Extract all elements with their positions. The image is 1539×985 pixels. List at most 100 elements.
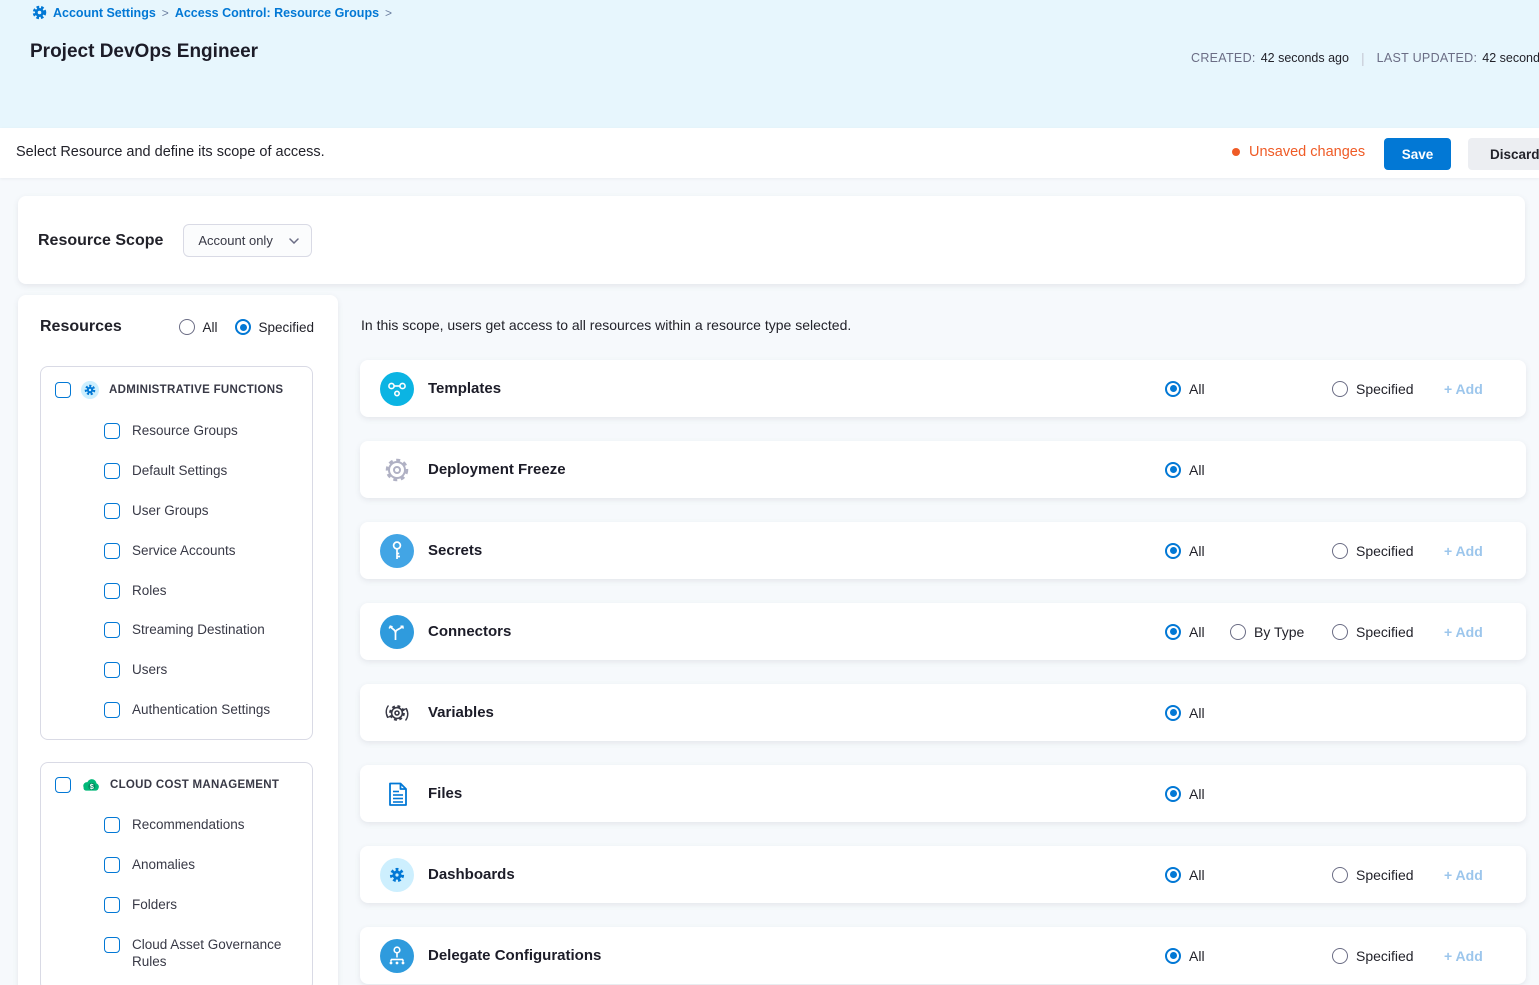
connectors-icon [380, 615, 414, 649]
radio-specified-label: Specified [258, 320, 314, 335]
item-label: Resource Groups [132, 423, 238, 440]
resource-label: Templates [428, 380, 501, 397]
sidebar-item-user-groups[interactable]: User Groups [104, 503, 299, 520]
resource-scope-card: Resource Scope Account only [18, 196, 1525, 284]
radio-icon [1332, 543, 1348, 559]
sidebar-item-streaming-destination[interactable]: Streaming Destination [104, 622, 299, 639]
add-button[interactable]: + Add [1444, 543, 1483, 559]
checkbox-icon[interactable] [104, 423, 120, 439]
radio-specified[interactable]: Specified [1332, 624, 1414, 640]
resources-radio-all[interactable]: All [179, 319, 217, 335]
resource-rows: Templates All Specified + Add Deployment… [360, 360, 1526, 985]
created-label: CREATED: [1191, 51, 1256, 65]
item-label: Default Settings [132, 463, 227, 480]
row-templates: Templates All Specified + Add [360, 360, 1526, 417]
resource-label: Secrets [428, 542, 482, 559]
option-label: Specified [1356, 624, 1414, 640]
checkbox-icon[interactable] [104, 702, 120, 718]
checkbox-icon[interactable] [104, 897, 120, 913]
checkbox-icon[interactable] [104, 463, 120, 479]
checkbox-icon[interactable] [104, 583, 120, 599]
save-button[interactable]: Save [1384, 138, 1451, 170]
radio-specified[interactable]: Specified [1332, 381, 1414, 397]
sidebar-item-resource-groups[interactable]: Resource Groups [104, 423, 299, 440]
radio-icon [1165, 786, 1181, 802]
resources-panel: Resources All Specified ADMINISTRATI [18, 295, 338, 985]
last-updated-value: 42 seconds ago [1482, 51, 1539, 65]
sidebar-item-recommendations[interactable]: Recommendations [104, 817, 299, 834]
group-header[interactable]: $ CLOUD COST MANAGEMENT [55, 777, 300, 793]
variables-icon [380, 696, 414, 730]
breadcrumb-separator: > [385, 6, 392, 20]
add-button[interactable]: + Add [1444, 381, 1483, 397]
radio-all[interactable]: All [1165, 543, 1205, 559]
row-delegate-configurations: Delegate Configurations All Specified + … [360, 927, 1526, 984]
radio-specified[interactable]: Specified [1332, 867, 1414, 883]
checkbox-icon[interactable] [104, 662, 120, 678]
chevron-down-icon [289, 238, 299, 244]
row-deployment-freeze: Deployment Freeze All [360, 441, 1526, 498]
toolbar-description: Select Resource and define its scope of … [16, 144, 325, 160]
item-label: Service Accounts [132, 543, 236, 560]
svg-text:$: $ [90, 781, 94, 790]
group-header[interactable]: ADMINISTRATIVE FUNCTIONS [55, 381, 300, 399]
group-checkbox[interactable] [55, 382, 71, 398]
checkbox-icon[interactable] [104, 543, 120, 559]
radio-icon [1332, 948, 1348, 964]
checkbox-icon[interactable] [104, 817, 120, 833]
radio-icon [1165, 381, 1181, 397]
radio-icon [1332, 867, 1348, 883]
sidebar-item-users[interactable]: Users [104, 662, 299, 679]
radio-by-type[interactable]: By Type [1230, 624, 1304, 640]
option-label: Specified [1356, 948, 1414, 964]
resources-title: Resources [40, 318, 179, 336]
page-header: Account Settings > Access Control: Resou… [0, 0, 1539, 128]
scope-info-text: In this scope, users get access to all r… [361, 317, 851, 333]
sidebar-item-roles[interactable]: Roles [104, 583, 299, 600]
discard-button[interactable]: Discard [1468, 138, 1539, 170]
secrets-icon [380, 534, 414, 568]
checkbox-icon[interactable] [104, 857, 120, 873]
resource-scope-dropdown[interactable]: Account only [183, 224, 311, 257]
add-button[interactable]: + Add [1444, 624, 1483, 640]
breadcrumb-account-settings[interactable]: Account Settings [53, 6, 156, 20]
checkbox-icon[interactable] [104, 503, 120, 519]
radio-specified[interactable]: Specified [1332, 948, 1414, 964]
item-label: Authentication Settings [132, 702, 270, 719]
radio-all[interactable]: All [1165, 624, 1205, 640]
resources-radio-specified[interactable]: Specified [235, 319, 314, 335]
radio-icon [1165, 624, 1181, 640]
files-icon [380, 777, 414, 811]
meta-info: CREATED: 42 seconds ago | LAST UPDATED: … [1191, 50, 1539, 66]
row-variables: Variables All [360, 684, 1526, 741]
radio-all[interactable]: All [1165, 381, 1205, 397]
option-label: All [1189, 867, 1205, 883]
add-button[interactable]: + Add [1444, 948, 1483, 964]
group-checkbox[interactable] [55, 777, 71, 793]
sidebar-item-default-settings[interactable]: Default Settings [104, 463, 299, 480]
resource-scope-title: Resource Scope [38, 232, 163, 250]
checkbox-icon[interactable] [104, 622, 120, 638]
sidebar-item-anomalies[interactable]: Anomalies [104, 857, 299, 874]
breadcrumb-resource-groups[interactable]: Access Control: Resource Groups [175, 6, 379, 20]
templates-icon [380, 372, 414, 406]
radio-all[interactable]: All [1165, 462, 1205, 478]
checkbox-icon[interactable] [104, 937, 120, 953]
unsaved-dot-icon [1232, 148, 1240, 156]
radio-all[interactable]: All [1165, 867, 1205, 883]
radio-all[interactable]: All [1165, 948, 1205, 964]
dashboards-icon [380, 858, 414, 892]
add-button[interactable]: + Add [1444, 867, 1483, 883]
sidebar-item-authentication-settings[interactable]: Authentication Settings [104, 702, 299, 719]
item-label: User Groups [132, 503, 209, 520]
item-label: Cloud Asset Governance Rules [132, 937, 299, 971]
sidebar-item-folders[interactable]: Folders [104, 897, 299, 914]
option-label: All [1189, 624, 1205, 640]
radio-all[interactable]: All [1165, 786, 1205, 802]
option-label: Specified [1356, 543, 1414, 559]
option-label: All [1189, 705, 1205, 721]
sidebar-item-cloud-asset-governance-rules[interactable]: Cloud Asset Governance Rules [104, 937, 299, 971]
sidebar-item-service-accounts[interactable]: Service Accounts [104, 543, 299, 560]
radio-all[interactable]: All [1165, 705, 1205, 721]
radio-specified[interactable]: Specified [1332, 543, 1414, 559]
